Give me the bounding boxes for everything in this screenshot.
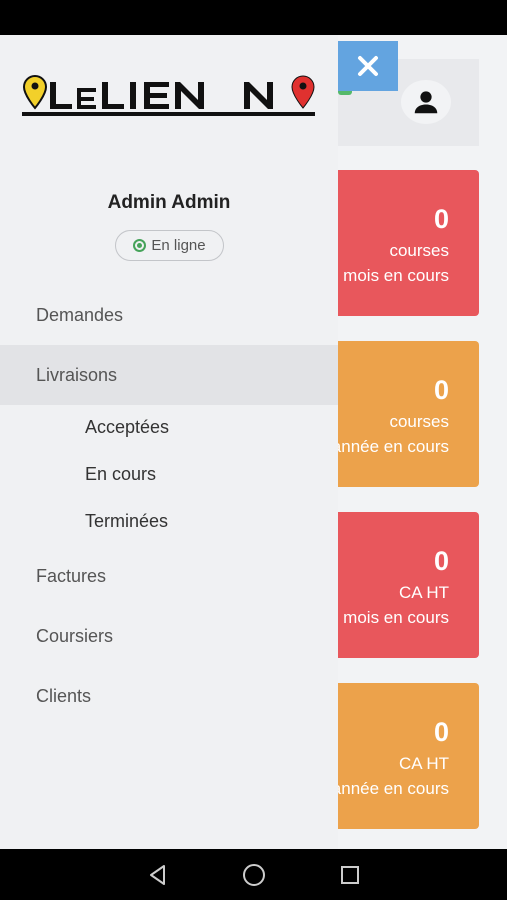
submenu-item-en-cours[interactable]: En cours [85, 459, 156, 489]
yellow-pin-icon [22, 75, 48, 110]
lelien-logo [22, 75, 315, 116]
logo-letters [50, 82, 273, 109]
profile-button[interactable] [401, 80, 451, 124]
menu-item-label: Coursiers [36, 625, 114, 646]
menu-item-label: Factures [36, 565, 107, 586]
submenu-item-acceptees[interactable]: Acceptées [85, 412, 169, 442]
submenu-item-terminees[interactable]: Terminées [85, 506, 168, 536]
menu-item-factures[interactable]: Factures [0, 546, 338, 606]
menu-item-coursiers[interactable]: Coursiers [0, 606, 338, 666]
menu-item-livraisons[interactable]: Livraisons [0, 345, 338, 405]
status-bar [0, 0, 507, 35]
online-dot-icon [133, 239, 147, 252]
submenu-item-label: Terminées [85, 510, 169, 531]
user-icon [414, 91, 438, 114]
recents-square-icon[interactable] [338, 863, 362, 887]
system-navigation-bar [0, 849, 507, 900]
online-status-badge[interactable]: En ligne [115, 230, 224, 261]
menu-item-label: Demandes [36, 304, 124, 325]
admin-name: Admin Admin [107, 192, 231, 213]
submenu-item-label: En cours [85, 463, 157, 484]
back-triangle-icon[interactable] [146, 863, 170, 887]
red-pin-icon [291, 75, 315, 109]
status-label: En ligne [151, 237, 206, 254]
menu-item-demandes[interactable]: Demandes [0, 285, 338, 345]
app-screen: 0 courses mois en cours 0 courses année … [0, 35, 507, 849]
home-circle-icon[interactable] [241, 862, 267, 888]
submenu-item-label: Acceptées [85, 416, 170, 437]
close-icon [358, 56, 378, 76]
menu-item-clients[interactable]: Clients [0, 666, 338, 726]
menu-item-label: Clients [36, 685, 92, 706]
menu-item-label: Livraisons [36, 364, 118, 385]
logo-underline [22, 112, 315, 116]
navigation-drawer: Admin Admin En ligne Demandes Livraisons… [0, 35, 338, 849]
close-drawer-button[interactable] [338, 41, 398, 91]
